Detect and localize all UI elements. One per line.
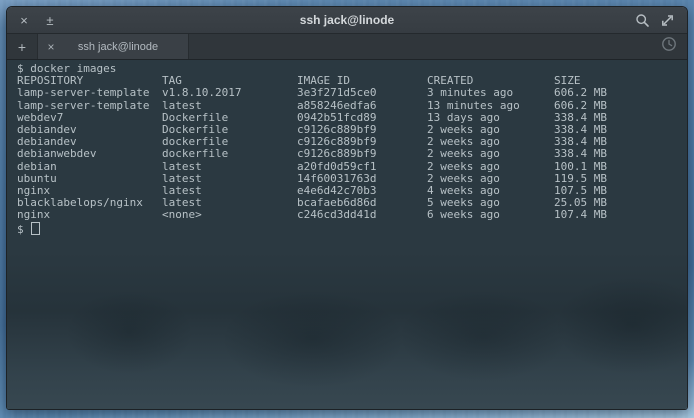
table-cell: 13 minutes ago xyxy=(427,100,554,112)
table-cell: c9126c889bf9 xyxy=(297,124,427,136)
table-cell: e4e6d42c70b3 xyxy=(297,185,427,197)
table-cell: c246cd3dd41d xyxy=(297,209,427,221)
column-header: REPOSITORY xyxy=(17,75,162,87)
table-cell: 3e3f271d5ce0 xyxy=(297,87,427,99)
column-header: SIZE xyxy=(554,75,687,87)
tabbar-spacer xyxy=(189,34,661,59)
table-cell: 2 weeks ago xyxy=(427,173,554,185)
table-cell: debiandev xyxy=(17,124,162,136)
prompt-symbol: $ xyxy=(17,62,24,75)
table-cell: latest xyxy=(162,173,297,185)
terminal-window: × ± ssh jack@linode + xyxy=(6,6,688,410)
table-cell: 5 weeks ago xyxy=(427,197,554,209)
table-cell: latest xyxy=(162,100,297,112)
table-cell: 3 minutes ago xyxy=(427,87,554,99)
table-cell: debianwebdev xyxy=(17,148,162,160)
table-cell: 2 weeks ago xyxy=(427,161,554,173)
table-cell: 338.4 MB xyxy=(554,148,687,160)
table-cell: dockerfile xyxy=(162,148,297,160)
terminal-screen[interactable]: $ docker images REPOSITORY TAG IMAGE ID … xyxy=(7,60,687,409)
table-cell: a20fd0d59cf1 xyxy=(297,161,427,173)
terminal-cursor xyxy=(31,222,40,235)
table-cell: 25.05 MB xyxy=(554,197,687,209)
table-cell: 107.5 MB xyxy=(554,185,687,197)
table-row: webdev7Dockerfile0942b51fcd8913 days ago… xyxy=(17,112,687,124)
table-cell: 606.2 MB xyxy=(554,87,687,99)
table-cell: 107.4 MB xyxy=(554,209,687,221)
table-row: nginx<none>c246cd3dd41d6 weeks ago107.4 … xyxy=(17,209,687,221)
table-cell: Dockerfile xyxy=(162,112,297,124)
table-cell: 2 weeks ago xyxy=(427,124,554,136)
table-cell: 338.4 MB xyxy=(554,136,687,148)
table-cell: webdev7 xyxy=(17,112,162,124)
plus-icon: + xyxy=(18,39,26,55)
history-clock-icon xyxy=(661,36,677,57)
table-cell: lamp-server-template xyxy=(17,100,162,112)
column-header: CREATED xyxy=(427,75,554,87)
table-cell: 100.1 MB xyxy=(554,161,687,173)
table-cell: c9126c889bf9 xyxy=(297,136,427,148)
titlebar[interactable]: × ± ssh jack@linode xyxy=(7,7,687,34)
tab-label: ssh jack@linode xyxy=(64,41,182,53)
table-header-row: REPOSITORY TAG IMAGE ID CREATED SIZE xyxy=(17,75,687,87)
table-cell: <none> xyxy=(162,209,297,221)
table-cell: lamp-server-template xyxy=(17,87,162,99)
table-cell: 4 weeks ago xyxy=(427,185,554,197)
table-cell: 338.4 MB xyxy=(554,124,687,136)
table-cell: bcafaeb6d86d xyxy=(297,197,427,209)
table-cell: nginx xyxy=(17,185,162,197)
terminal-table: lamp-server-templatev1.8.10.20173e3f271d… xyxy=(17,87,687,221)
table-cell: blacklabelops/nginx xyxy=(17,197,162,209)
fullscreen-expand-icon[interactable] xyxy=(660,13,675,28)
table-row: nginxlateste4e6d42c70b34 weeks ago107.5 … xyxy=(17,185,687,197)
table-cell: c9126c889bf9 xyxy=(297,148,427,160)
table-row: debianwebdevdockerfilec9126c889bf92 week… xyxy=(17,148,687,160)
table-cell: debian xyxy=(17,161,162,173)
table-row: lamp-server-templatev1.8.10.20173e3f271d… xyxy=(17,87,687,99)
window-title: ssh jack@linode xyxy=(7,13,687,27)
table-cell: 606.2 MB xyxy=(554,100,687,112)
table-cell: debiandev xyxy=(17,136,162,148)
prompt-symbol: $ xyxy=(17,223,30,236)
column-header: IMAGE ID xyxy=(297,75,427,87)
table-cell: 14f60031763d xyxy=(297,173,427,185)
table-row: ubuntulatest14f60031763d2 weeks ago119.5… xyxy=(17,173,687,185)
tab-close-icon[interactable]: × xyxy=(44,40,58,54)
command-line: $ docker images xyxy=(17,63,687,75)
tab-ssh-session[interactable]: × ssh jack@linode xyxy=(38,34,189,59)
column-header: TAG xyxy=(162,75,297,87)
new-tab-button[interactable]: + xyxy=(7,34,38,59)
table-cell: 0942b51fcd89 xyxy=(297,112,427,124)
prompt-line[interactable]: $ xyxy=(17,222,687,236)
table-cell: ubuntu xyxy=(17,173,162,185)
table-cell: 13 days ago xyxy=(427,112,554,124)
table-cell: 338.4 MB xyxy=(554,112,687,124)
table-row: blacklabelops/nginxlatestbcafaeb6d86d5 w… xyxy=(17,197,687,209)
table-row: debiandevdockerfilec9126c889bf92 weeks a… xyxy=(17,136,687,148)
table-cell: latest xyxy=(162,185,297,197)
table-cell: v1.8.10.2017 xyxy=(162,87,297,99)
table-row: debianlatesta20fd0d59cf12 weeks ago100.1… xyxy=(17,161,687,173)
table-cell: 2 weeks ago xyxy=(427,136,554,148)
table-cell: latest xyxy=(162,197,297,209)
table-cell: 2 weeks ago xyxy=(427,148,554,160)
table-cell: nginx xyxy=(17,209,162,221)
table-cell: a858246edfa6 xyxy=(297,100,427,112)
table-cell: latest xyxy=(162,161,297,173)
tab-bar: + × ssh jack@linode xyxy=(7,34,687,60)
command-text: docker images xyxy=(30,62,116,75)
table-cell: 119.5 MB xyxy=(554,173,687,185)
plus-minus-icon[interactable]: ± xyxy=(39,14,61,27)
search-icon[interactable] xyxy=(635,13,650,28)
table-cell: dockerfile xyxy=(162,136,297,148)
table-row: debiandevDockerfilec9126c889bf92 weeks a… xyxy=(17,124,687,136)
history-button[interactable] xyxy=(661,34,687,59)
close-window-icon[interactable]: × xyxy=(13,14,35,27)
table-cell: Dockerfile xyxy=(162,124,297,136)
table-cell: 6 weeks ago xyxy=(427,209,554,221)
table-row: lamp-server-templatelatesta858246edfa613… xyxy=(17,100,687,112)
